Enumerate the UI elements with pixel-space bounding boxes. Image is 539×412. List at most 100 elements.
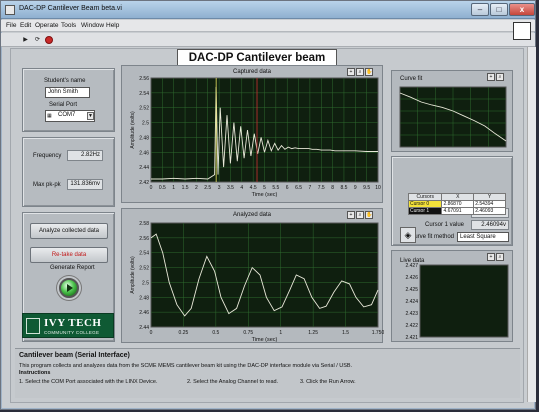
plot-area: [150, 222, 379, 328]
y-tick-label: 2.56: [139, 76, 149, 82]
student-name-label: Student's name: [44, 78, 86, 84]
cursor-0-y: 2.54394: [473, 200, 506, 208]
menu-window[interactable]: Window: [81, 22, 104, 29]
vertical-scrollbar[interactable]: [527, 47, 536, 402]
x-tick-label: 5: [263, 185, 266, 191]
y-tick-label: 2.426: [405, 275, 418, 281]
analyzed-data-chart[interactable]: 2.58 2.56 2.54 2.52 2.5 2.48 2.46 2.440 0.25 0.5 0…: [122, 209, 384, 344]
measurements-panel: Frequency 2.82Hz Max pk-pk 131.836mv: [22, 137, 115, 207]
y-axis-label: Amplitude (volts): [130, 256, 136, 294]
cursor-1-name[interactable]: Cursor 1: [407, 207, 443, 215]
y-tick-label: 2.54: [139, 251, 149, 257]
y-tick-label: 2.422: [405, 323, 418, 329]
curve-fit-graph-panel: Curve fit + ⌕: [391, 70, 513, 152]
x-tick-label: 7.5: [318, 185, 325, 191]
menu-tools[interactable]: Tools: [61, 22, 76, 29]
window-title: DAC-DP Cantilever Beam beta.vi: [19, 5, 122, 12]
y-tick-label: 2.56: [139, 236, 149, 242]
x-tick-label: 6: [286, 185, 289, 191]
cursor-0-x: 2.86870: [441, 200, 475, 208]
menu-operate[interactable]: Operate: [35, 22, 59, 29]
menu-edit[interactable]: Edit: [20, 22, 31, 29]
captured-data-chart[interactable]: 2.562.542.522.52.482.462.442.420 0.5 1 1.5 2…: [122, 66, 384, 204]
x-tick-label: 5.5: [272, 185, 279, 191]
analyze-button[interactable]: Analyze collected data: [30, 223, 108, 239]
x-tick-label: 0: [150, 330, 153, 336]
max-pk-pk-readout: 131.836mv: [67, 179, 103, 190]
run-continuously-icon[interactable]: ⟳: [33, 35, 42, 44]
y-tick-label: 2.5: [142, 280, 149, 286]
x-tick-label: 9: [354, 185, 357, 191]
labview-app-icon: [5, 5, 15, 15]
curve-fit-method-select[interactable]: Least Square: [457, 232, 509, 242]
x-tick-label: 6.5: [295, 185, 302, 191]
x-tick-label: 0.5: [212, 330, 219, 336]
curve-fit-method-label: Curve fit method: [410, 234, 455, 240]
run-arrow-icon[interactable]: ▶: [21, 35, 30, 44]
maximize-button[interactable]: □: [490, 3, 508, 16]
y-tick-label: 2.54: [139, 91, 149, 97]
frequency-readout: 2.82Hz: [67, 150, 103, 161]
y-tick-label: 2.52: [139, 266, 149, 272]
logo-text: IVY TECH: [44, 317, 102, 329]
y-tick-label: 2.48: [139, 295, 149, 301]
y-tick-label: 2.425: [405, 287, 418, 293]
retake-button[interactable]: Re-take data: [30, 247, 108, 263]
x-axis-label: Time (sec): [252, 337, 278, 343]
menu-help[interactable]: Help: [106, 22, 119, 29]
cursor-0-name[interactable]: Cursor 0: [407, 200, 443, 208]
y-axis-label: Amplitude (volts): [130, 111, 136, 149]
cursor-table-header: Cursors X Y: [407, 193, 506, 201]
cursor-row-1[interactable]: Cursor 1 4.67091 2.46093: [407, 207, 506, 215]
x-tick-label: 0.75: [243, 330, 253, 336]
title-bar[interactable]: DAC-DP Cantilever Beam beta.vi – □ x: [1, 1, 535, 19]
serial-port-value: COM7: [58, 112, 76, 118]
instruction-step-2: 2. Select the Analog Channel to read.: [187, 379, 279, 385]
x-tick-label: 1.5: [182, 185, 189, 191]
y-tick-label: 2.423: [405, 311, 418, 317]
minimize-button[interactable]: –: [471, 3, 489, 16]
x-tick-label: 3.5: [227, 185, 234, 191]
description-title: Cantilever beam (Serial Interface): [19, 352, 130, 359]
generate-report-button[interactable]: [59, 278, 79, 298]
y-tick-label: 2.48: [139, 135, 149, 141]
y-tick-label: 2.421: [405, 335, 418, 341]
student-name-input[interactable]: John Smith: [45, 87, 90, 98]
x-tick-label: 1.5: [342, 330, 349, 336]
cursor-move-icon[interactable]: ◈: [400, 227, 416, 243]
generate-report-label: Generate Report: [50, 265, 95, 271]
x-tick-label: 0: [150, 185, 153, 191]
description-area: Cantilever beam (Serial Interface) This …: [15, 348, 520, 398]
cursor-header-y: Y: [473, 193, 506, 201]
toolbar: ▶ ⟳: [1, 33, 535, 47]
cursor-1-x: 4.67091: [441, 207, 475, 215]
cursor-row-0[interactable]: Cursor 0 2.86870 2.54394: [407, 200, 506, 208]
chevron-down-icon[interactable]: ▼: [87, 112, 94, 120]
y-tick-label: 2.44: [139, 165, 149, 171]
x-tick-label: 10: [375, 185, 381, 191]
captured-data-graph-panel: Captured data + ⌕ ✋ 2.56 2.54 2.52 2.5 2.48 2…: [121, 65, 383, 203]
y-tick-label: 2.46: [139, 150, 149, 156]
x-tick-label: 1: [172, 185, 175, 191]
analyzed-data-graph-panel: Analyzed data + ⌕ ✋ 2.58 2.56 2.54 2.52 2.5 2…: [121, 208, 384, 344]
cursor-header-name: Cursors: [407, 193, 443, 201]
frequency-label: Frequency: [33, 153, 62, 159]
y-tick-label: 2.424: [405, 299, 418, 305]
x-tick-label: 1.750: [372, 330, 384, 336]
x-tick-label: 0.5: [159, 185, 166, 191]
abort-execution-icon[interactable]: [45, 36, 53, 44]
close-button[interactable]: x: [509, 3, 535, 16]
ivy-tech-logo: IVY TECH COMMUNITY COLLEGE: [22, 313, 114, 338]
cursor-legend-table[interactable]: Cursors X Y Cursor 0 2.86870 2.54394 Cur…: [407, 193, 506, 215]
live-data-chart[interactable]: 2.427 2.426 2.425 2.424 2.423 2.422 2.421: [392, 251, 514, 343]
menu-file[interactable]: File: [6, 22, 16, 29]
cursor1-value-label: Cursor 1 value: [425, 222, 465, 228]
instruction-step-1: 1. Select the COM Port associated with t…: [19, 379, 158, 385]
description-text: This program collects and analyzes data …: [19, 363, 353, 369]
curve-fit-chart[interactable]: [392, 71, 514, 153]
x-tick-label: 8.5: [340, 185, 347, 191]
ivy-tech-mark-icon: [26, 318, 40, 334]
y-tick-label: 2.42: [139, 180, 149, 186]
max-pk-pk-label: Max pk-pk: [33, 182, 61, 188]
x-tick-label: 2: [195, 185, 198, 191]
